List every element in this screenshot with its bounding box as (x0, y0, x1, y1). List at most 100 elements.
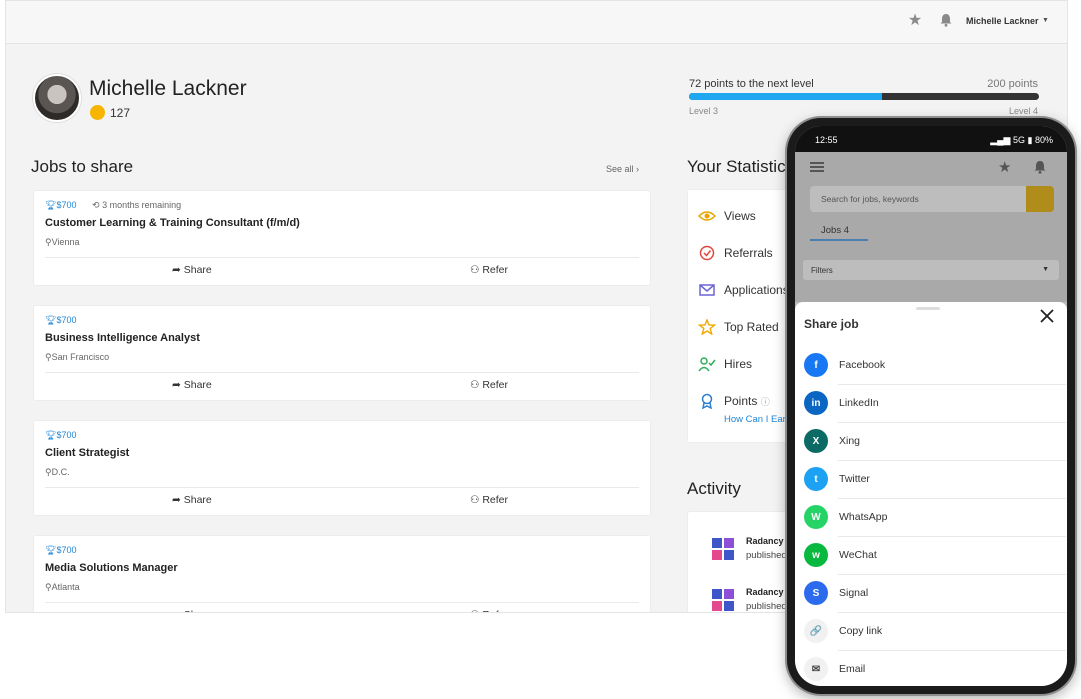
job-title[interactable]: Business Intelligence Analyst (45, 332, 200, 344)
twitter-icon: t (804, 467, 828, 491)
share-option-label: Xing (839, 435, 861, 447)
divider (45, 257, 639, 258)
chevron-down-icon[interactable]: ▼ (1042, 17, 1049, 24)
chevron-down-icon: ▼ (1042, 266, 1049, 273)
divider (45, 602, 639, 603)
job-title[interactable]: Client Strategist (45, 447, 129, 459)
divider (838, 536, 1066, 537)
location-pin-icon: ⚲ (45, 352, 52, 362)
profile-points: 127 (110, 106, 131, 120)
job-time-remaining: ⟲ 3 months remaining (92, 200, 182, 210)
user-menu[interactable]: Michelle Lackner (966, 16, 1039, 26)
divider (838, 460, 1066, 461)
trophy-icon: 🏆︎ (45, 545, 57, 555)
share-option-label: Twitter (839, 473, 870, 485)
referral-icon (699, 245, 715, 261)
star-outline-icon (698, 319, 716, 335)
job-location: ⚲San Francisco (45, 352, 110, 362)
share-option-signal[interactable]: S Signal (804, 579, 1066, 617)
refer-icon: ⚇ (470, 609, 479, 612)
search-button[interactable] (1026, 186, 1054, 212)
how-earn-link[interactable]: How Can I Earn (724, 414, 791, 425)
share-button[interactable]: ➦ Share (172, 379, 212, 391)
status-indicators: ▂▄▆ 5G ▮ 80% (990, 135, 1053, 146)
divider (838, 574, 1066, 575)
share-option-copy-link[interactable]: 🔗 Copy link (804, 617, 1066, 655)
bell-icon[interactable] (938, 12, 954, 28)
share-icon: ➦ (172, 264, 181, 276)
job-reward: 🏆︎$700 (45, 545, 77, 555)
share-option-whatsapp[interactable]: W WhatsApp (804, 503, 1066, 541)
envelope-icon (699, 284, 715, 296)
job-card[interactable]: 🏆︎$700 ⟲ 3 months remaining Customer Learn… (33, 190, 651, 286)
linkedin-icon: in (804, 391, 828, 415)
share-option-wechat[interactable]: w WeChat (804, 541, 1066, 579)
close-icon[interactable] (1038, 307, 1056, 325)
job-card[interactable]: 🏆︎$700 Client Strategist ⚲D.C. ➦ Share ⚇ Ref… (33, 420, 651, 516)
stat-applications: Applications (724, 283, 789, 297)
phone-screen: 12:55 ▂▄▆ 5G ▮ 80% ★ Search for jobs, ke… (795, 126, 1067, 686)
share-option-twitter[interactable]: t Twitter (804, 465, 1066, 503)
clock-icon: ⟲ (92, 200, 100, 210)
star-icon[interactable]: ★ (998, 158, 1011, 176)
trophy-icon: 🏆︎ (45, 200, 57, 210)
share-option-email[interactable]: ✉ Email (804, 655, 1066, 686)
refer-button[interactable]: ⚇ Refer (470, 609, 508, 612)
refer-button[interactable]: ⚇ Refer (470, 379, 508, 391)
job-reward: 🏆︎$700 (45, 430, 77, 440)
hamburger-menu-icon[interactable] (810, 162, 824, 172)
phone-mockup: 12:55 ▂▄▆ 5G ▮ 80% ★ Search for jobs, ke… (787, 118, 1075, 694)
see-all-link[interactable]: See all › (606, 164, 639, 174)
bell-icon[interactable] (1033, 160, 1047, 174)
share-option-label: Email (839, 663, 866, 675)
share-icon: ➦ (172, 494, 181, 506)
share-button[interactable]: ➦ Share (172, 264, 212, 276)
share-sheet-title: Share job (804, 317, 859, 331)
activity-company: Radancy (746, 536, 784, 546)
share-option-facebook[interactable]: f Facebook (804, 351, 1066, 389)
filters-dropdown[interactable]: Filters ▼ (803, 260, 1059, 280)
share-option-label: LinkedIn (839, 397, 879, 409)
activity-title: Activity (687, 479, 741, 498)
job-title[interactable]: Media Solutions Manager (45, 562, 178, 574)
divider (45, 372, 639, 373)
share-sheet: Share job f Facebook in LinkedIn X Xing t Twitt… (795, 302, 1067, 686)
refer-icon: ⚇ (470, 379, 480, 391)
drag-handle[interactable] (916, 307, 940, 310)
divider (838, 384, 1066, 385)
job-location: ⚲D.C. (45, 467, 70, 477)
share-icon: ➦ (172, 609, 181, 612)
share-option-label: WhatsApp (839, 511, 888, 523)
chevron-right-icon: › (636, 164, 640, 174)
share-option-linkedin[interactable]: in LinkedIn (804, 389, 1066, 427)
stat-top-rated: Top Rated (724, 320, 779, 334)
refer-button[interactable]: ⚇ Refer (470, 264, 508, 276)
share-option-label: WeChat (839, 549, 877, 561)
battery-level: 80% (1034, 135, 1053, 145)
company-logo (712, 538, 734, 560)
signal-icon: S (804, 581, 828, 605)
search-input[interactable]: Search for jobs, keywords (810, 186, 1026, 212)
coin-icon (90, 105, 105, 120)
divider (838, 422, 1066, 423)
tab-indicator (810, 239, 868, 241)
location-pin-icon: ⚲ (45, 237, 52, 247)
facebook-icon: f (804, 353, 828, 377)
refer-button[interactable]: ⚇ Refer (470, 494, 508, 506)
status-time: 12:55 (815, 135, 838, 145)
trophy-icon: 🏆︎ (45, 315, 57, 325)
share-button[interactable]: ➦ Share (172, 494, 212, 506)
location-pin-icon: ⚲ (45, 467, 52, 477)
share-option-xing[interactable]: X Xing (804, 427, 1066, 465)
job-title[interactable]: Customer Learning & Training Consultant … (45, 217, 300, 229)
share-option-label: Copy link (839, 625, 883, 637)
tab-jobs[interactable]: Jobs 4 (821, 225, 849, 236)
job-card[interactable]: 🏆︎$700 Media Solutions Manager ⚲Atlanta ➦ S… (33, 535, 651, 612)
job-card[interactable]: 🏆︎$700 Business Intelligence Analyst ⚲San … (33, 305, 651, 401)
see-all-label: See all (606, 164, 634, 174)
location-pin-icon: ⚲ (45, 582, 52, 592)
star-icon[interactable]: ★ (906, 11, 924, 29)
help-icon[interactable]: ⓘ (761, 397, 770, 407)
share-button[interactable]: ➦ Share (172, 609, 212, 612)
share-icon: ➦ (172, 379, 181, 391)
